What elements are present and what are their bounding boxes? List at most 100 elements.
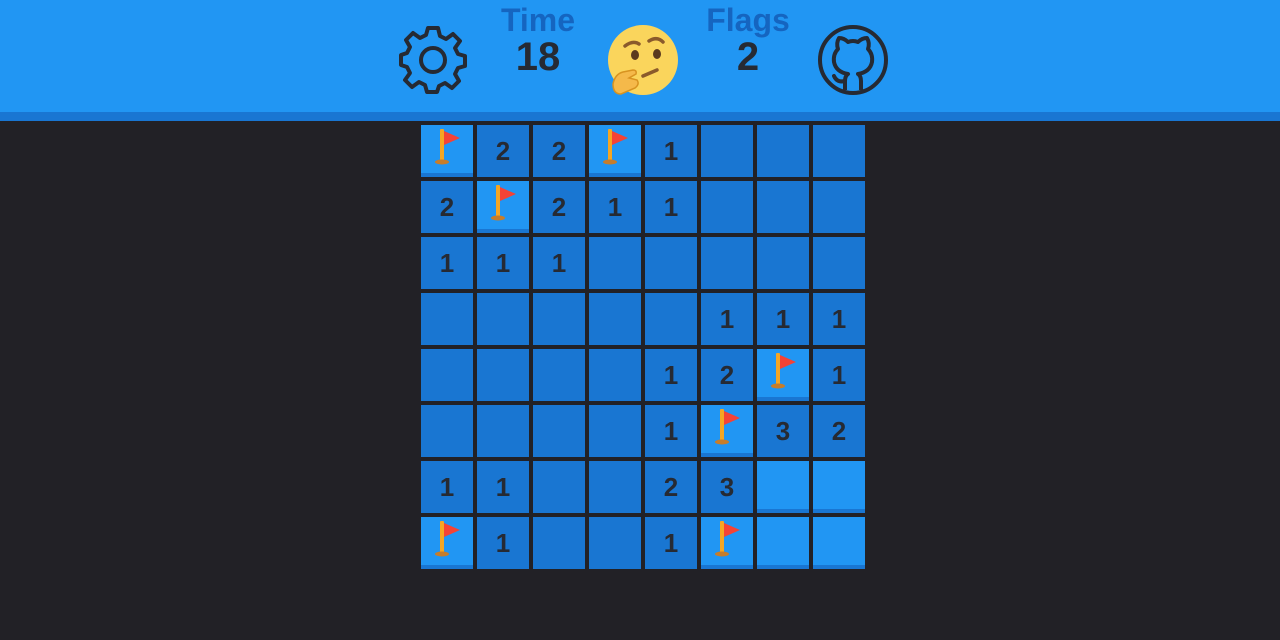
empty-cell[interactable] [477,293,529,345]
cell-number: 1 [719,303,735,334]
github-icon [818,25,888,95]
number-cell[interactable]: 1 [645,349,697,401]
empty-cell[interactable] [757,237,809,289]
number-cell[interactable]: 2 [477,125,529,177]
number-cell[interactable]: 1 [645,405,697,457]
number-cell[interactable]: 1 [701,293,753,345]
empty-cell[interactable] [701,237,753,289]
number-cell[interactable]: 1 [645,181,697,233]
flagged-cell[interactable] [477,181,529,233]
number-cell[interactable]: 2 [701,349,753,401]
number-cell[interactable]: 1 [645,517,697,569]
number-cell[interactable]: 1 [533,237,585,289]
number-cell[interactable]: 1 [645,125,697,177]
empty-cell[interactable] [701,125,753,177]
cell-number: 1 [831,359,847,390]
settings-button[interactable] [397,24,469,96]
cell-number: 1 [495,527,511,558]
flagged-cell[interactable] [589,125,641,177]
empty-cell[interactable] [757,181,809,233]
number-cell[interactable]: 2 [645,461,697,513]
time-label: Time [500,2,576,38]
empty-cell[interactable] [533,349,585,401]
cell-number: 2 [831,415,847,446]
empty-cell[interactable] [813,125,865,177]
empty-cell[interactable] [589,237,641,289]
flagged-cell[interactable] [701,517,753,569]
cell-number: 1 [663,191,679,222]
number-cell[interactable]: 1 [757,293,809,345]
empty-cell[interactable] [477,405,529,457]
empty-cell[interactable] [533,517,585,569]
thinking-face-icon [608,25,678,95]
empty-cell[interactable] [813,181,865,233]
number-cell[interactable]: 3 [757,405,809,457]
number-cell[interactable]: 1 [477,461,529,513]
empty-cell[interactable] [589,349,641,401]
game-header: Time 18 Flags 2 [0,0,1280,121]
cell-number: 3 [775,415,791,446]
reset-face-button[interactable] [607,24,679,96]
flag-icon [711,407,743,447]
empty-cell[interactable] [645,237,697,289]
empty-cell[interactable] [421,349,473,401]
cell-number: 1 [663,135,679,166]
empty-cell[interactable] [645,293,697,345]
empty-cell[interactable] [533,293,585,345]
flags-label: Flags [706,2,790,38]
hidden-cell[interactable] [813,461,865,513]
flagged-cell[interactable] [701,405,753,457]
flag-icon [431,127,463,167]
flags-value: 2 [736,35,760,79]
cell-number: 2 [551,135,567,166]
number-cell[interactable]: 1 [589,181,641,233]
github-link[interactable] [817,24,889,96]
cell-number: 1 [495,247,511,278]
number-cell[interactable]: 1 [477,517,529,569]
hidden-cell[interactable] [757,517,809,569]
empty-cell[interactable] [813,237,865,289]
empty-cell[interactable] [701,181,753,233]
number-cell[interactable]: 1 [813,293,865,345]
cell-number: 1 [495,471,511,502]
empty-cell[interactable] [421,405,473,457]
empty-cell[interactable] [421,293,473,345]
empty-cell[interactable] [533,461,585,513]
flagged-cell[interactable] [421,517,473,569]
number-cell[interactable]: 1 [421,237,473,289]
cell-number: 1 [775,303,791,334]
cell-number: 2 [439,191,455,222]
flag-icon [711,519,743,559]
flagged-cell[interactable] [757,349,809,401]
number-cell[interactable]: 2 [813,405,865,457]
empty-cell[interactable] [589,461,641,513]
number-cell[interactable]: 1 [477,237,529,289]
empty-cell[interactable] [589,517,641,569]
empty-cell[interactable] [757,125,809,177]
cell-number: 1 [439,471,455,502]
number-cell[interactable]: 1 [421,461,473,513]
cell-number: 1 [663,359,679,390]
empty-cell[interactable] [589,293,641,345]
number-cell[interactable]: 1 [813,349,865,401]
empty-cell[interactable] [589,405,641,457]
hidden-cell[interactable] [757,461,809,513]
empty-cell[interactable] [533,405,585,457]
flag-icon [767,351,799,391]
number-cell[interactable]: 2 [421,181,473,233]
cell-number: 1 [551,247,567,278]
number-cell[interactable]: 2 [533,125,585,177]
cell-number: 2 [719,359,735,390]
flag-icon [487,183,519,223]
number-cell[interactable]: 3 [701,461,753,513]
empty-cell[interactable] [477,349,529,401]
cell-number: 2 [551,191,567,222]
cell-number: 1 [831,303,847,334]
hidden-cell[interactable] [813,517,865,569]
cell-number: 2 [663,471,679,502]
flagged-cell[interactable] [421,125,473,177]
time-display: Time 18 [478,2,598,79]
cell-number: 1 [607,191,623,222]
number-cell[interactable]: 2 [533,181,585,233]
flag-icon [431,519,463,559]
